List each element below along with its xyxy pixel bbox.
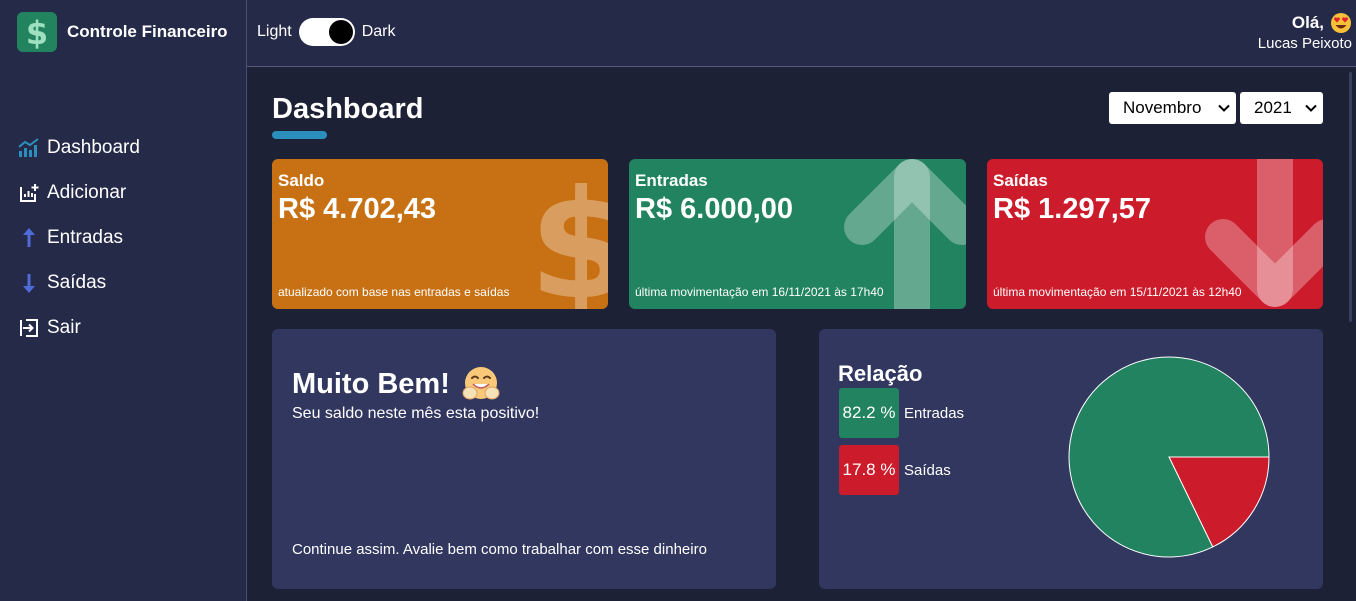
arrow-up-icon (18, 227, 40, 249)
year-select[interactable]: 2021 (1240, 92, 1323, 124)
legend-item-saidas: 17.8 % Saídas (839, 445, 951, 495)
app-root: $ Controle Financeiro Dashboard Adiciona… (0, 0, 1356, 601)
message-footer: Continue assim. Avalie bem como trabalha… (292, 541, 707, 558)
page-title: Dashboard (272, 93, 424, 125)
sidebar: $ Controle Financeiro Dashboard Adiciona… (0, 0, 247, 601)
card-label: Saídas (993, 171, 1048, 190)
sidebar-item-label: Sair (47, 316, 81, 338)
sidebar-item-entradas[interactable]: Entradas (18, 215, 140, 260)
sidebar-item-label: Entradas (47, 226, 124, 248)
period-selects: Novembro 2021 (1109, 92, 1323, 124)
month-value: Novembro (1123, 98, 1202, 117)
sidebar-item-sair[interactable]: Sair (18, 305, 140, 350)
sidebar-item-saidas[interactable]: Saídas (18, 260, 140, 305)
dollar-icon: $ (536, 159, 608, 309)
dollar-logo-icon: $ (17, 12, 57, 52)
card-footer: última movimentação em 15/11/2021 às 12h… (993, 285, 1242, 299)
relation-pie-chart (1068, 356, 1270, 558)
legend-label: Entradas (904, 404, 965, 422)
user-greeting: Olá, (1258, 12, 1352, 34)
card-value: R$ 4.702,43 (278, 193, 437, 225)
heart-eyes-emoji-icon (1331, 13, 1351, 33)
card-label: Saldo (278, 171, 325, 190)
title-underline (272, 131, 327, 139)
chart-icon (18, 137, 40, 159)
card-value: R$ 1.297,57 (993, 193, 1152, 225)
card-label: Entradas (635, 171, 708, 190)
theme-dark-label: Dark (361, 23, 396, 40)
status-message-panel: Muito Bem! Seu saldo neste mês esta posi… (272, 329, 776, 589)
card-footer: última movimentação em 16/11/2021 às 17h… (635, 285, 884, 299)
message-title-row: Muito Bem! (292, 365, 500, 403)
greeting-text: Olá, (1291, 13, 1324, 32)
user-name: Lucas Peixoto (1257, 35, 1352, 52)
scrollbar[interactable] (1349, 72, 1352, 322)
message-title: Muito Bem! (292, 367, 450, 400)
legend-percent-badge: 17.8 % (839, 445, 899, 495)
legend-item-entradas: 82.2 % Entradas (839, 388, 964, 438)
brand[interactable]: $ Controle Financeiro (17, 12, 228, 52)
legend-percent-badge: 82.2 % (839, 388, 899, 438)
card-entradas: Entradas R$ 6.000,00 última movimentação… (629, 159, 966, 309)
chevron-down-icon (1305, 104, 1317, 112)
user-info: Olá, Lucas Peixoto (1258, 12, 1352, 52)
legend-label: Saídas (904, 461, 951, 479)
message-description: Seu saldo neste mês esta positivo! (292, 405, 540, 422)
sidebar-item-label: Dashboard (47, 136, 140, 158)
month-select[interactable]: Novembro (1109, 92, 1236, 124)
top-header: Light Dark Olá, Lucas Peixoto (247, 0, 1356, 67)
sidebar-item-label: Adicionar (47, 181, 127, 203)
logout-icon (18, 317, 40, 339)
theme-light-label: Light (257, 23, 292, 40)
add-chart-icon (18, 182, 40, 204)
sidebar-menu: Dashboard Adicionar Entradas Saídas Sair (18, 125, 140, 350)
theme-toggle: Light Dark (257, 18, 395, 46)
sidebar-item-label: Saídas (47, 271, 107, 293)
sidebar-item-adicionar[interactable]: Adicionar (18, 170, 140, 215)
relation-panel: Relação 82.2 % Entradas 17.8 % Saídas (819, 329, 1323, 589)
svg-text:$: $ (26, 15, 48, 49)
hugging-face-emoji-icon (462, 367, 500, 400)
app-name: Controle Financeiro (67, 22, 228, 41)
card-value: R$ 6.000,00 (635, 193, 794, 225)
arrow-down-icon (18, 272, 40, 294)
chevron-down-icon (1218, 104, 1230, 112)
theme-switch[interactable] (298, 18, 355, 46)
card-saidas: Saídas R$ 1.297,57 última movimentação e… (987, 159, 1323, 309)
svg-text:$: $ (536, 159, 608, 309)
card-saldo: $ Saldo R$ 4.702,43 atualizado com base … (272, 159, 608, 309)
year-value: 2021 (1254, 98, 1292, 117)
switch-knob (328, 20, 353, 44)
card-footer: atualizado com base nas entradas e saída… (278, 285, 510, 299)
sidebar-item-dashboard[interactable]: Dashboard (18, 125, 140, 170)
relation-title: Relação (838, 361, 923, 386)
main-content: Dashboard Novembro 2021 $ Saldo R$ 4.702… (247, 67, 1356, 601)
